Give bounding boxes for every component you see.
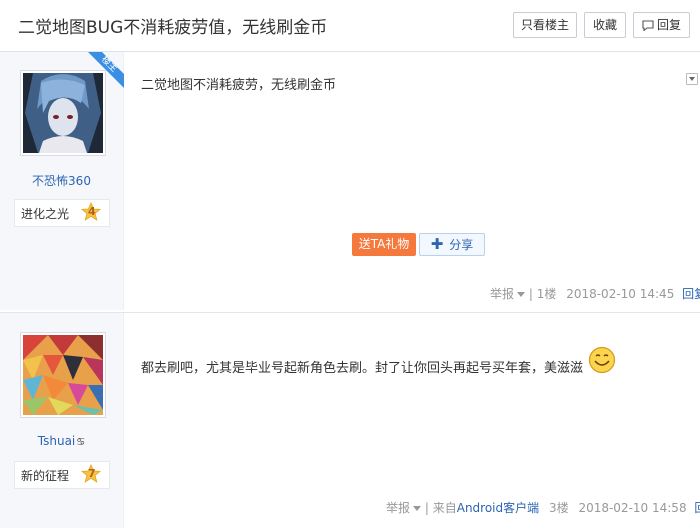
- author-name[interactable]: Tshuai♋: [0, 434, 123, 448]
- plus-icon: ✚: [430, 235, 444, 253]
- avatar[interactable]: [20, 332, 106, 418]
- separator: |: [424, 501, 429, 515]
- separator: |: [528, 287, 533, 301]
- share-button[interactable]: ✚ 分享: [419, 233, 485, 256]
- level-star-icon: 4: [81, 202, 101, 222]
- level-name: 进化之光: [21, 207, 70, 221]
- source-prefix: 来自: [432, 501, 457, 515]
- share-label: 分享: [449, 238, 474, 252]
- user-level[interactable]: 新的征程 7: [14, 461, 110, 489]
- post-time: 2018-02-10 14:58: [578, 501, 687, 515]
- post-item: 楼主 不恐怖360 进化之光 4 二觉地图不消耗疲劳，无线刷金币 送TA礼物 ✚…: [0, 52, 700, 310]
- report-link[interactable]: 举报: [490, 287, 514, 301]
- comment-icon: [642, 20, 654, 31]
- level-star-icon: 7: [81, 464, 101, 484]
- thread-title: 二觉地图BUG不消耗疲劳值，无线刷金币: [18, 18, 328, 38]
- user-level[interactable]: 进化之光 4: [14, 199, 110, 227]
- post-menu-dropdown[interactable]: [686, 73, 698, 85]
- post-meta: 举报 | 来自Android客户端 3楼 2018-02-10 14:58 回复: [386, 499, 700, 516]
- chevron-down-icon: [517, 292, 526, 297]
- post-meta: 举报 | 1楼 2018-02-10 14:45 回复: [490, 285, 700, 302]
- floor-number: 1楼: [536, 287, 557, 301]
- thread-header: 二觉地图BUG不消耗疲劳值，无线刷金币 只看楼主 收藏 回复: [0, 0, 700, 52]
- send-gift-button[interactable]: 送TA礼物: [352, 233, 416, 256]
- post-time: 2018-02-10 14:45: [566, 287, 675, 301]
- reply-button[interactable]: 回复: [633, 12, 690, 38]
- avatar-image: [23, 335, 103, 415]
- level-number: 4: [88, 205, 96, 218]
- cancer-zodiac-icon: ♋: [76, 437, 86, 448]
- favorite-button[interactable]: 收藏: [584, 12, 626, 38]
- source-client-link[interactable]: Android客户端: [457, 501, 539, 515]
- chevron-down-icon: [413, 506, 422, 511]
- level-number: 7: [88, 467, 96, 480]
- post-content: 二觉地图不消耗疲劳，无线刷金币: [141, 78, 337, 93]
- floor-number: 3楼: [548, 501, 569, 515]
- smile-emoji-icon: [589, 346, 616, 374]
- post-content-text: 都去刷吧，尤其是毕业号起新角色去刷。封了让你回头再起号买年套，美滋滋: [141, 361, 584, 376]
- op-badge: 楼主: [88, 52, 124, 88]
- only-op-button[interactable]: 只看楼主: [513, 12, 577, 38]
- post-item: Tshuai♋ 新的征程 7 都去刷吧，尤其是毕业号起新角色去刷。封了让你回头再…: [0, 312, 700, 528]
- author-sidebar: 楼主 不恐怖360 进化之光 4: [0, 52, 124, 310]
- post-reply-link[interactable]: 回复: [682, 287, 700, 301]
- author-name[interactable]: 不恐怖360: [0, 172, 123, 189]
- author-sidebar: Tshuai♋ 新的征程 7: [0, 313, 124, 528]
- level-name: 新的征程: [21, 469, 70, 483]
- post-reply-link[interactable]: 回复: [694, 501, 700, 515]
- reply-button-label: 回复: [656, 18, 681, 32]
- post-content: 都去刷吧，尤其是毕业号起新角色去刷。封了让你回头再起号买年套，美滋滋: [141, 346, 616, 376]
- report-link[interactable]: 举报: [386, 501, 410, 515]
- author-name-label: Tshuai: [37, 434, 76, 448]
